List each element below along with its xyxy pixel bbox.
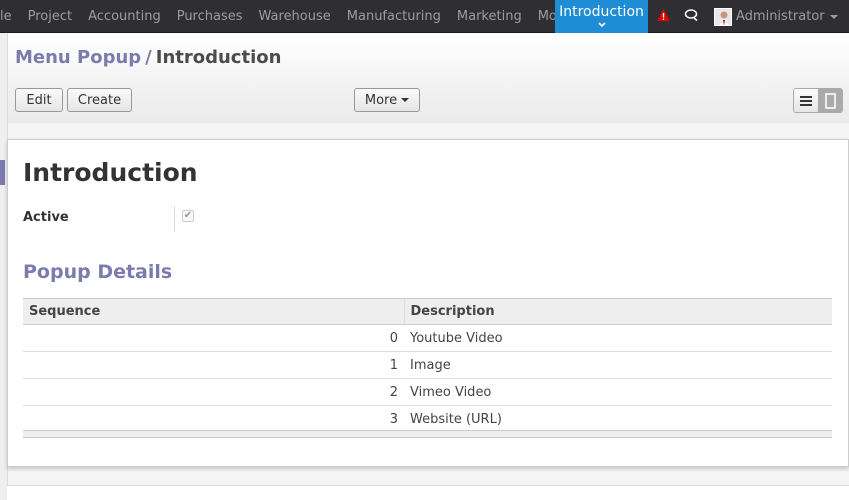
table-header-row: Sequence Description (23, 298, 832, 325)
main-menu: le Project Accounting Purchases Warehous… (0, 0, 591, 33)
caret-down-icon (829, 14, 838, 19)
cell-sequence: 3 (23, 405, 404, 433)
popup-details-heading: Popup Details (23, 261, 173, 283)
more-button[interactable]: More (354, 88, 420, 112)
table-row[interactable]: 2 Vimeo Video (23, 378, 832, 406)
cell-description: Website (URL) (404, 405, 832, 433)
menu-item-accounting[interactable]: Accounting (80, 9, 169, 24)
table-row[interactable]: 1 Image (23, 351, 832, 379)
warning-icon[interactable] (656, 8, 671, 22)
create-button[interactable]: Create (67, 88, 132, 112)
menu-item-module[interactable]: le (0, 9, 20, 24)
column-header-description[interactable]: Description (403, 298, 832, 325)
table-row[interactable]: 0 Youtube Video (23, 324, 832, 352)
edit-button[interactable]: Edit (15, 88, 63, 112)
cell-sequence: 2 (23, 378, 404, 406)
left-accent-bar (0, 160, 5, 185)
column-header-sequence[interactable]: Sequence (23, 298, 404, 325)
field-divider (174, 206, 175, 232)
active-checkbox[interactable]: ✔ (182, 210, 194, 222)
cell-sequence: 0 (23, 324, 404, 352)
cell-description: Vimeo Video (404, 378, 832, 406)
breadcrumb: Menu Popup / Introduction (15, 47, 281, 68)
cell-sequence: 1 (23, 351, 404, 379)
menu-item-marketing[interactable]: Marketing (449, 9, 530, 24)
menu-item-manufacturing[interactable]: Manufacturing (339, 9, 449, 24)
table-row[interactable]: 3 Website (URL) (23, 405, 832, 433)
chatter-area (7, 485, 849, 500)
avatar-image-icon (715, 8, 731, 25)
cell-description: Youtube Video (404, 324, 832, 352)
breadcrumb-separator: / (145, 47, 152, 68)
chat-icon[interactable] (684, 8, 700, 23)
list-view-button[interactable] (794, 89, 818, 112)
form-icon (824, 92, 836, 109)
breadcrumb-parent[interactable]: Menu Popup (15, 47, 141, 68)
caret-down-icon (401, 98, 410, 102)
form-view-button[interactable] (818, 89, 842, 112)
user-avatar (714, 7, 732, 26)
chevron-down-icon (597, 22, 606, 28)
user-menu[interactable]: Administrator (714, 0, 838, 33)
menu-item-warehouse[interactable]: Warehouse (251, 9, 339, 24)
more-button-label: More (364, 92, 398, 108)
table-footer (23, 430, 832, 438)
popup-details-table: Sequence Description 0 Youtube Video 1 I… (23, 298, 832, 433)
cell-description: Image (404, 351, 832, 379)
form-sheet: Introduction Active ✔ Popup Details Sequ… (7, 139, 849, 467)
active-label: Active (23, 210, 69, 225)
control-panel: Menu Popup / Introduction Edit Create More (7, 33, 849, 123)
top-navbar: le Project Accounting Purchases Warehous… (0, 0, 849, 38)
user-name: Administrator (736, 9, 825, 24)
list-icon (800, 95, 812, 106)
introduction-tab-label: Introduction (559, 4, 644, 20)
view-switcher (793, 88, 843, 113)
menu-item-project[interactable]: Project (20, 9, 80, 24)
breadcrumb-current: Introduction (155, 47, 282, 68)
menu-item-purchases[interactable]: Purchases (169, 9, 251, 24)
record-title: Introduction (23, 158, 198, 187)
